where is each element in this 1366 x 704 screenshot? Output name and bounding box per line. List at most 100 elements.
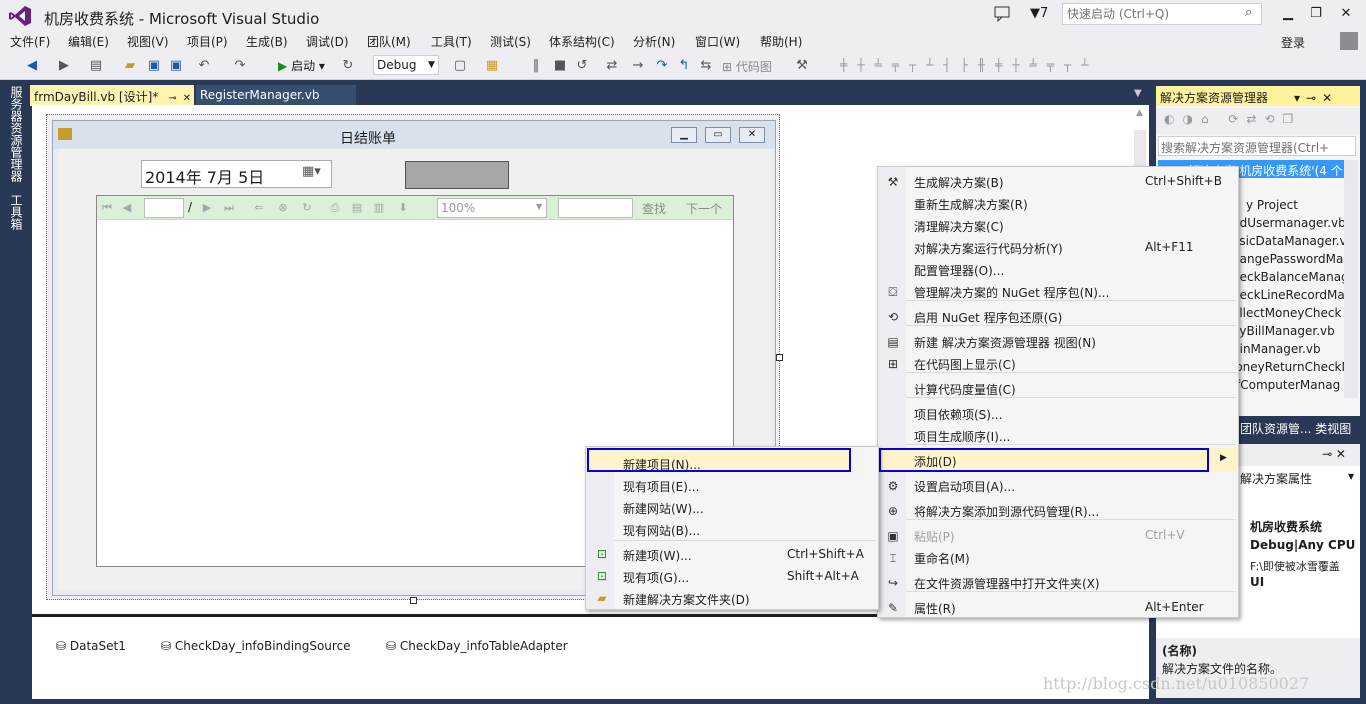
tray-item-tableadapter[interactable]: ⛁ CheckDay_infoTableAdapter: [386, 639, 568, 653]
solution-search-input[interactable]: 搜索解决方案资源管理器(Ctrl+: [1158, 136, 1356, 156]
close-icon[interactable]: ✕: [1322, 91, 1332, 105]
menu-item-3[interactable]: 项目(P): [187, 33, 228, 50]
solution-item[interactable]: ginManager.vb: [1232, 342, 1321, 356]
quick-launch[interactable]: ⌕: [1062, 3, 1262, 25]
menu-item-4[interactable]: 生成(B): [246, 33, 288, 50]
hex-icon[interactable]: ⇆: [698, 58, 714, 74]
context-menu-item[interactable]: 在代码图上显示(C): [914, 356, 1016, 373]
tab-registermanager[interactable]: RegisterManager.vb: [196, 85, 356, 105]
context-menu-item[interactable]: 计算代码度量值(C): [914, 381, 1016, 398]
prop-path-value[interactable]: F:\即使被冰雪覆盖: [1250, 558, 1340, 574]
codemap-button[interactable]: ⊞ 代码图: [722, 58, 772, 75]
find-text-input[interactable]: [558, 198, 633, 218]
prop-startup-value[interactable]: UI: [1250, 575, 1264, 589]
context-menu-item[interactable]: 粘贴(P): [914, 528, 955, 545]
step-over-icon[interactable]: ↷: [654, 58, 670, 74]
print-icon[interactable]: ⎙: [328, 201, 342, 215]
login-link[interactable]: 登录: [1281, 34, 1305, 51]
menu-item-9[interactable]: 体系结构(C): [549, 33, 615, 50]
zoom-select[interactable]: 100% ▼: [437, 198, 547, 218]
form-title-bar[interactable]: [53, 121, 775, 149]
menu-item-8[interactable]: 测试(S): [490, 33, 531, 50]
refresh-report-icon[interactable]: ↻: [300, 201, 314, 215]
context-menu-item[interactable]: 属性(R): [914, 600, 956, 617]
toolbox-tab[interactable]: 工具箱: [8, 194, 25, 230]
solution-item[interactable]: asicDataManager.v: [1232, 234, 1347, 248]
solution-item[interactable]: loneyReturnCheckN: [1232, 360, 1350, 374]
first-page-icon[interactable]: ⏮: [100, 201, 114, 215]
avatar[interactable]: [1340, 32, 1358, 50]
solution-item[interactable]: heckBalanceManag: [1232, 270, 1349, 284]
solution-item[interactable]: ffComputerManag: [1232, 378, 1340, 392]
forward-icon[interactable]: ▶: [56, 58, 72, 74]
comment-icon[interactable]: ⚒: [794, 58, 810, 74]
submenu-item[interactable]: 新建网站(W)...: [623, 500, 704, 517]
submenu-item[interactable]: 现有项目(E)...: [623, 478, 699, 495]
next-page-icon[interactable]: ▶: [200, 201, 214, 215]
submenu-item[interactable]: 新建解决方案文件夹(D): [623, 591, 750, 608]
solution-scrollbar[interactable]: [1344, 160, 1358, 398]
submenu-item[interactable]: 新建项目(N)...: [623, 456, 701, 473]
step-out-icon[interactable]: ↰: [676, 58, 692, 74]
back-icon[interactable]: ◀: [24, 58, 40, 74]
layout-toolbar-icons[interactable]: ╪┼╧╤┬┴┤├╫╪┼╧╤┬┴: [840, 58, 1210, 74]
server-explorer-tab[interactable]: 服务器资源管理器: [8, 86, 25, 182]
menu-item-2[interactable]: 视图(V): [127, 33, 169, 50]
solution-item[interactable]: y Project: [1246, 198, 1298, 212]
feedback-icon[interactable]: [994, 6, 1010, 22]
find-in-files-icon[interactable]: ▦: [484, 58, 500, 74]
context-menu-item[interactable]: 生成解决方案(B): [914, 174, 1004, 191]
export-icon[interactable]: ⬇: [396, 201, 410, 215]
tray-item-bindingsource[interactable]: ⛁ CheckDay_infoBindingSource: [161, 639, 351, 653]
redo-icon[interactable]: ↷: [232, 58, 248, 74]
context-menu-item[interactable]: 配置管理器(O)...: [914, 262, 1004, 279]
new-project-icon[interactable]: ▤: [88, 58, 104, 74]
tray-item-dataset[interactable]: ⛁ DataSet1: [56, 639, 126, 653]
search-icon[interactable]: ⌕: [1245, 5, 1252, 20]
context-menu-item[interactable]: 在文件资源管理器中打开文件夹(X): [914, 575, 1100, 592]
menu-item-7[interactable]: 工具(T): [431, 33, 472, 50]
prop-config-value[interactable]: Debug|Any CPU: [1250, 538, 1355, 552]
pause-icon[interactable]: ‖: [528, 58, 544, 74]
restore-button[interactable]: ❐: [1306, 5, 1326, 23]
form-close-button[interactable]: ✕: [739, 127, 765, 143]
context-menu-item[interactable]: 将解决方案添加到源代码管理(R)...: [914, 503, 1099, 520]
solution-item[interactable]: ayBillManager.vb: [1232, 324, 1335, 338]
context-menu-item[interactable]: 项目生成顺序(I)...: [914, 428, 1010, 445]
back-report-icon[interactable]: ⇐: [252, 201, 266, 215]
form-maximize-button[interactable]: ▭: [705, 127, 731, 143]
context-menu-item[interactable]: 项目依赖项(S)...: [914, 406, 1002, 423]
solution-item[interactable]: ddUsermanager.vb: [1232, 216, 1346, 230]
restart-icon[interactable]: ↺: [574, 58, 590, 74]
print-layout-icon[interactable]: ▤: [350, 201, 364, 215]
config-select[interactable]: Debug ▼: [373, 55, 439, 75]
chevron-down-icon[interactable]: ▼: [1348, 472, 1354, 481]
attach-icon[interactable]: ▢: [452, 58, 468, 74]
menu-item-12[interactable]: 帮助(H): [760, 33, 802, 50]
scroll-up-icon[interactable]: ▲: [1136, 108, 1143, 118]
minimize-button[interactable]: ▁: [1278, 5, 1298, 23]
team-explorer-tab[interactable]: 团队资源管... 类视图: [1240, 420, 1351, 437]
submenu-item[interactable]: 现有项(G)...: [623, 569, 689, 586]
quick-launch-input[interactable]: [1063, 4, 1243, 24]
context-menu-item[interactable]: 重新生成解决方案(R): [914, 196, 1028, 213]
stop-report-icon[interactable]: ⊗: [276, 201, 290, 215]
dropdown-icon[interactable]: ▾: [1294, 91, 1300, 105]
pin-icon[interactable]: ⊸ ✕: [1322, 447, 1346, 461]
save-icon[interactable]: ▣: [146, 58, 162, 74]
solution-item[interactable]: ollectMoneyCheck: [1232, 306, 1341, 320]
show-next-icon[interactable]: ⇄: [604, 58, 620, 74]
context-menu-item[interactable]: 设置启动项目(A)...: [914, 478, 1015, 495]
find-next-link[interactable]: 下一个: [686, 200, 722, 217]
menu-item-10[interactable]: 分析(N): [633, 33, 675, 50]
tab-frmdaybill-design[interactable]: frmDayBill.vb [设计]* ⊸ ✕: [30, 85, 194, 106]
page-number-input[interactable]: [144, 198, 184, 218]
solution-item[interactable]: hangePasswordMa: [1232, 252, 1343, 266]
stop-icon[interactable]: ■: [552, 58, 568, 74]
context-menu-item[interactable]: 重命名(M): [914, 550, 970, 567]
context-menu-item[interactable]: 清理解决方案(C): [914, 218, 1004, 235]
open-file-icon[interactable]: ▰: [122, 58, 138, 74]
context-menu-item[interactable]: 添加(D): [914, 453, 957, 470]
prev-page-icon[interactable]: ◀: [120, 201, 134, 215]
context-menu-item[interactable]: 新建 解决方案资源管理器 视图(N): [914, 334, 1096, 351]
